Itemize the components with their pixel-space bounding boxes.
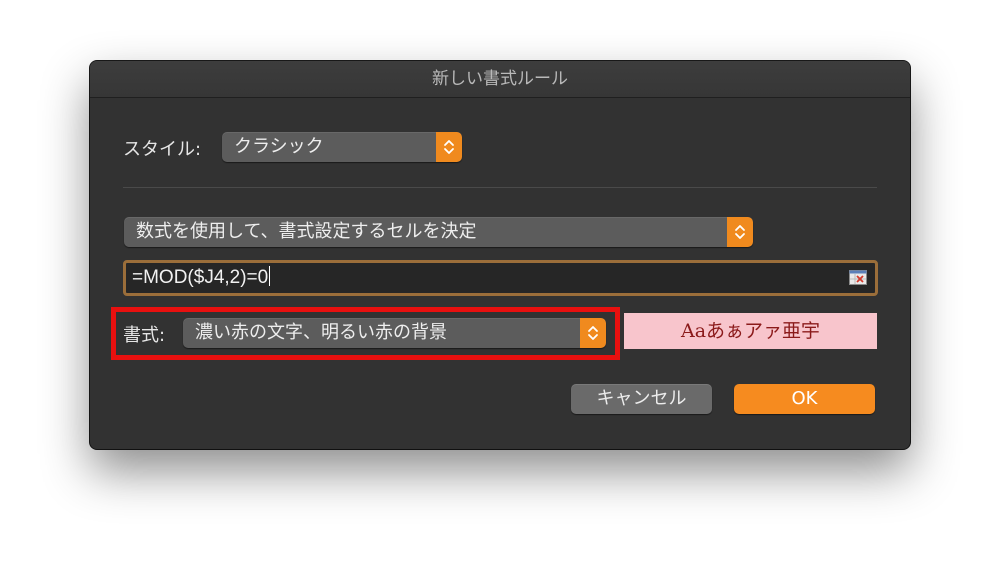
ok-button[interactable]: OK xyxy=(734,384,875,414)
format-preview: Aaあぁアァ亜宇 xyxy=(624,313,877,349)
formula-text: =MOD($J4,2)=0 xyxy=(132,263,271,293)
style-label: スタイル: xyxy=(123,139,202,160)
rule-type-popup-value: 数式を使用して、書式設定するセルを決定 xyxy=(136,221,477,242)
style-popup-value: クラシック xyxy=(234,136,324,157)
text-caret xyxy=(269,266,271,286)
style-popup[interactable]: クラシック xyxy=(222,132,462,162)
cancel-button[interactable]: キャンセル xyxy=(571,384,712,414)
formula-value: =MOD($J4,2)=0 xyxy=(132,267,269,288)
formula-input[interactable]: =MOD($J4,2)=0 xyxy=(123,260,878,296)
annotation-highlight-box xyxy=(111,307,620,360)
screen: 新しい書式ルール スタイル: クラシック 数式を使用して、書式設定するセルを決定 xyxy=(0,0,1000,569)
updown-chevron-icon xyxy=(436,132,462,162)
new-format-rule-dialog: 新しい書式ルール スタイル: クラシック 数式を使用して、書式設定するセルを決定 xyxy=(90,61,910,449)
updown-chevron-icon xyxy=(727,217,753,247)
divider xyxy=(123,187,877,188)
rule-type-popup[interactable]: 数式を使用して、書式設定するセルを決定 xyxy=(124,217,753,247)
collapse-range-icon[interactable] xyxy=(849,270,867,285)
dialog-title: 新しい書式ルール xyxy=(90,61,910,98)
